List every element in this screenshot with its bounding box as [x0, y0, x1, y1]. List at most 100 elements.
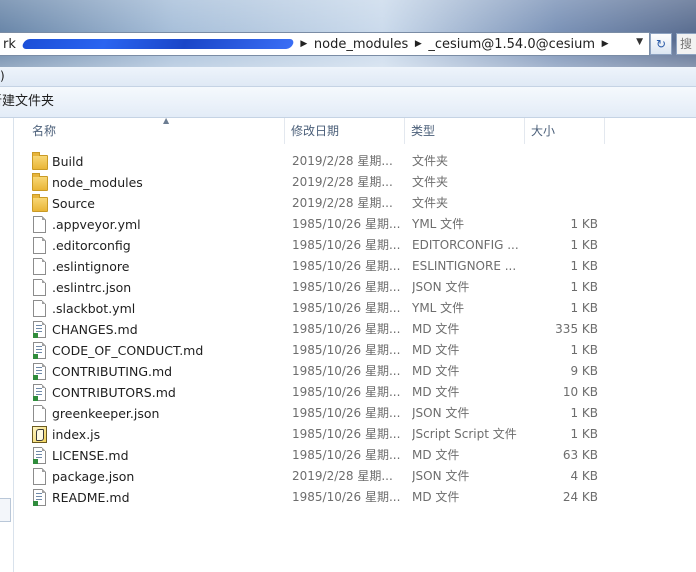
file-row[interactable]: index.js 1985/10/26 星期... JScript Script 文…	[31, 424, 611, 445]
file-name: CHANGES.md	[52, 322, 138, 337]
column-header-date-label: 修改日期	[291, 124, 340, 138]
file-name: LICENSE.md	[52, 448, 129, 463]
markdown-file-icon	[31, 342, 47, 359]
file-size	[531, 193, 598, 214]
file-row[interactable]: .editorconfig 1985/10/26 星期... EDITORCONFI…	[31, 235, 611, 256]
file-date-modified: 1985/10/26 星期...	[292, 490, 401, 504]
file-name: CONTRIBUTORS.md	[52, 385, 176, 400]
file-size: 1 KB	[570, 406, 598, 420]
file-size: 1 KB	[570, 217, 598, 231]
file-row[interactable]: LICENSE.md 1985/10/26 星期... MD 文件 63 KB	[31, 445, 611, 466]
command-bar: 新建文件夹	[0, 87, 696, 118]
column-header-size-label: 大小	[531, 124, 556, 138]
file-size: 24 KB	[562, 490, 598, 504]
file-date-modified: 2019/2/28 星期...	[292, 196, 393, 210]
file-icon	[31, 216, 47, 233]
file-size: 1 KB	[570, 343, 598, 357]
file-name: .eslintignore	[52, 259, 130, 274]
file-size: 10 KB	[562, 385, 598, 399]
file-icon	[31, 258, 47, 275]
file-type: MD 文件	[412, 385, 460, 399]
file-type: MD 文件	[412, 343, 460, 357]
column-header-size[interactable]: 大小	[525, 118, 605, 144]
file-type: ESLINTIGNORE ...	[412, 259, 517, 273]
file-name: .appveyor.yml	[52, 217, 141, 232]
breadcrumb-cesium[interactable]: _cesium@1.54.0@cesium	[425, 33, 598, 55]
file-size: 1 KB	[570, 280, 598, 294]
file-row[interactable]: .eslintignore 1985/10/26 星期... ESLINTIGNOR…	[31, 256, 611, 277]
address-dropdown-icon[interactable]: ▼	[636, 37, 643, 47]
file-row[interactable]: node_modules 2019/2/28 星期... 文件夹	[31, 172, 611, 193]
file-size	[531, 151, 598, 172]
refresh-icon: ↻	[655, 37, 667, 51]
file-name: node_modules	[52, 175, 143, 190]
search-input[interactable]: 搜	[676, 33, 696, 55]
file-date-modified: 1985/10/26 星期...	[292, 322, 401, 336]
jscript-file-icon	[31, 426, 47, 443]
markdown-file-icon	[31, 363, 47, 380]
file-row[interactable]: .appveyor.yml 1985/10/26 星期... YML 文件 1 KB	[31, 214, 611, 235]
file-name: .eslintrc.json	[52, 280, 132, 295]
file-date-modified: 2019/2/28 星期...	[292, 154, 393, 168]
file-size	[531, 172, 598, 193]
redacted-path	[21, 39, 295, 49]
file-type: 文件夹	[412, 175, 449, 189]
file-date-modified: 1985/10/26 星期...	[292, 343, 401, 357]
menu-item-partial[interactable]: )	[0, 69, 5, 83]
markdown-file-icon	[31, 321, 47, 338]
file-row[interactable]: .eslintrc.json 1985/10/26 星期... JSON 文件 1 K…	[31, 277, 611, 298]
file-row[interactable]: .slackbot.yml 1985/10/26 星期... YML 文件 1 KB	[31, 298, 611, 319]
column-header-name[interactable]: 名称 ▲	[26, 116, 285, 144]
file-icon	[31, 279, 47, 296]
file-date-modified: 1985/10/26 星期...	[292, 385, 401, 399]
file-name: .slackbot.yml	[52, 301, 136, 316]
file-date-modified: 1985/10/26 星期...	[292, 280, 401, 294]
address-bar[interactable]: rk ▶ node_modules ▶ _cesium@1.54.0@cesiu…	[0, 32, 650, 56]
file-size: 1 KB	[570, 301, 598, 315]
file-row[interactable]: README.md 1985/10/26 星期... MD 文件 24 KB	[31, 487, 611, 508]
column-header-name-label: 名称	[32, 124, 57, 138]
file-size: 4 KB	[570, 469, 598, 483]
file-type: JSON 文件	[412, 280, 470, 294]
breadcrumb-separator-icon[interactable]: ▶	[411, 39, 425, 49]
file-date-modified: 1985/10/26 星期...	[292, 259, 401, 273]
file-type: YML 文件	[412, 301, 465, 315]
file-type: 文件夹	[412, 154, 449, 168]
file-row[interactable]: package.json 2019/2/28 星期... JSON 文件 4 KB	[31, 466, 611, 487]
file-name: Source	[52, 196, 95, 211]
file-type: YML 文件	[412, 217, 465, 231]
file-row[interactable]: greenkeeper.json 1985/10/26 星期... JSON 文件 1…	[31, 403, 611, 424]
folder-icon	[31, 194, 48, 212]
file-name: CONTRIBUTING.md	[52, 364, 173, 379]
sort-ascending-icon: ▲	[163, 116, 170, 125]
column-header-type[interactable]: 类型	[405, 118, 525, 144]
file-type: MD 文件	[412, 364, 460, 378]
file-row[interactable]: Build 2019/2/28 星期... 文件夹	[31, 151, 611, 172]
file-size: 63 KB	[562, 448, 598, 462]
file-type: 文件夹	[412, 196, 449, 210]
file-date-modified: 2019/2/28 星期...	[292, 469, 393, 483]
file-size: 1 KB	[570, 238, 598, 252]
breadcrumb-separator-icon[interactable]: ▶	[598, 39, 612, 49]
file-name: greenkeeper.json	[52, 406, 160, 421]
file-row[interactable]: Source 2019/2/28 星期... 文件夹	[31, 193, 611, 214]
file-type: JSON 文件	[412, 469, 470, 483]
markdown-file-icon	[31, 489, 47, 506]
navigation-pane	[0, 118, 14, 572]
file-icon	[31, 405, 47, 422]
refresh-button[interactable]: ↻	[650, 33, 672, 55]
breadcrumb-partial[interactable]: rk	[0, 33, 19, 55]
breadcrumb-separator-icon[interactable]: ▶	[297, 39, 311, 49]
column-header-date[interactable]: 修改日期	[285, 118, 405, 144]
nav-pane-scroll-tab[interactable]	[0, 498, 11, 522]
file-row[interactable]: CONTRIBUTORS.md 1985/10/26 星期... MD 文件 10 K…	[31, 382, 611, 403]
breadcrumb-node-modules[interactable]: node_modules	[311, 33, 411, 55]
file-row[interactable]: CHANGES.md 1985/10/26 星期... MD 文件 335 KB	[31, 319, 611, 340]
markdown-file-icon	[31, 447, 47, 464]
file-type: MD 文件	[412, 322, 460, 336]
new-folder-button[interactable]: 新建文件夹	[0, 94, 54, 109]
file-icon	[31, 300, 47, 317]
file-row[interactable]: CONTRIBUTING.md 1985/10/26 星期... MD 文件 9 KB	[31, 361, 611, 382]
file-list-pane: 名称 ▲ 修改日期 类型 大小 Build 2019/2/28 星期... 文件夹 n…	[14, 116, 696, 572]
file-row[interactable]: CODE_OF_CONDUCT.md 1985/10/26 星期... MD 文件 1…	[31, 340, 611, 361]
